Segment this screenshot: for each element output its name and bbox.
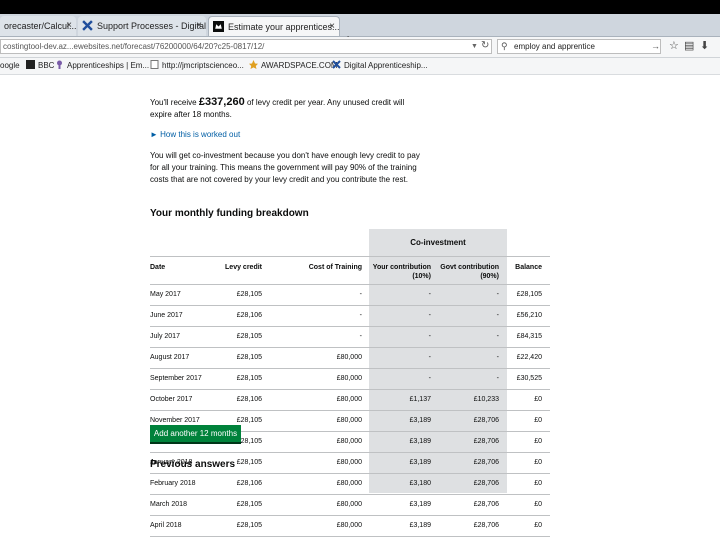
table-row: October 2017 £28,106 £80,000 £1,137 £10,233 £… (150, 390, 550, 411)
bookmark-bbc[interactable]: BBC (26, 58, 54, 74)
tab-support-processes[interactable]: Support Processes - Digital... × (78, 16, 206, 36)
header-cost-of-training: Cost of Training (308, 264, 362, 271)
table-row: September 2017 £28,105 £80,000- - £30,525 (150, 369, 550, 390)
page-icon (150, 60, 159, 69)
bookmark-jmcript[interactable]: http://jmcriptscienceo... (150, 58, 244, 74)
how-worked-out-link[interactable]: ► How this is worked out (150, 129, 240, 141)
tab-label: Support Processes - Digital... (97, 21, 206, 31)
search-input[interactable]: ⚲ employ and apprentice (497, 39, 661, 54)
search-value: employ and apprentice (514, 42, 595, 51)
coinvestment-explanation: You will get co-investment because you d… (150, 151, 420, 184)
tab-close-icon[interactable]: × (66, 16, 72, 36)
browser-tab-bar: orecaster/Calcul... × Support Processes … (0, 14, 720, 47)
levy-intro: You'll receive £337,260 of levy credit p… (150, 96, 405, 119)
coinvestment-header: Co-investment (410, 238, 466, 247)
levy-amount: £337,260 (198, 96, 245, 108)
search-go-icon[interactable]: → (651, 39, 660, 54)
tab-estimate-apprenticeship[interactable]: Estimate your apprentices... × (208, 16, 340, 36)
gov-crown-icon (213, 21, 224, 32)
awardspace-icon (249, 60, 258, 69)
bookmark-apprenticeships[interactable]: Apprenticeships | Em... (55, 58, 149, 74)
x-logo-icon (82, 20, 93, 31)
tab-close-icon[interactable]: × (196, 16, 202, 36)
table-row: July 2017 £28,105- - - £84,315 (150, 327, 550, 348)
download-icon[interactable]: ⬇ (700, 39, 709, 54)
bookmark-star-icon[interactable]: ☆ (669, 39, 679, 54)
header-balance: Balance (515, 264, 542, 271)
bbc-icon (26, 60, 35, 69)
screen-top-bar (0, 0, 720, 14)
url-dropdown-icon[interactable]: ▼ (471, 39, 478, 54)
table-row: August 2017 £28,105 £80,000- - £22,420 (150, 348, 550, 369)
add-12-months-button[interactable]: Add another 12 months (150, 425, 241, 442)
search-icon: ⚲ (501, 41, 508, 51)
header-your-contribution: Your contribution (10%) (372, 264, 431, 280)
header-levy-credit: Levy credit (225, 264, 262, 271)
table-row: April 2018 £28,105 £80,000 £3,189 £28,706 £0 (150, 516, 550, 537)
bookmark-google[interactable]: oogle (0, 58, 20, 74)
header-govt-contribution: Govt contribution (90%) (440, 264, 499, 280)
tab-label: Estimate your apprentices... (228, 22, 340, 32)
bookmarks-menu-icon[interactable]: ▤ (684, 39, 694, 54)
table-row: May 2017 £28,105- - - £28,105 (150, 285, 550, 306)
bookmark-awardspace[interactable]: AWARDSPACE.COM (249, 58, 338, 74)
x-logo-icon (332, 60, 341, 69)
bookmarks-bar: oogle BBC Apprenticeships | Em... http:/… (0, 58, 720, 75)
table-row: March 2018 £28,105 £80,000 £3,189 £28,706 £0 (150, 495, 550, 516)
page-content: You'll receive £337,260 of levy credit p… (0, 75, 720, 540)
table-divider (150, 256, 550, 257)
tab-close-icon[interactable]: × (329, 17, 335, 36)
bookmark-digital-apprenticeship[interactable]: Digital Apprenticeship... (332, 58, 428, 74)
table-row: February 2018 £28,106 £80,000 £3,180 £28,706… (150, 474, 550, 495)
table-row: June 2017 £28,106- - - £56,210 (150, 306, 550, 327)
previous-answers-heading: Previous answers (150, 459, 236, 470)
breakdown-title: Your monthly funding breakdown (150, 208, 309, 219)
header-date: Date (150, 264, 166, 271)
reload-icon[interactable]: ↻ (481, 38, 489, 53)
apprenticeships-icon (57, 60, 62, 69)
browser-nav-bar: costingtool-dev.az...ewebsites.net/forec… (0, 37, 720, 58)
address-bar[interactable]: costingtool-dev.az...ewebsites.net/forec… (0, 39, 492, 54)
tab-forecaster[interactable]: orecaster/Calcul... × (0, 16, 76, 36)
